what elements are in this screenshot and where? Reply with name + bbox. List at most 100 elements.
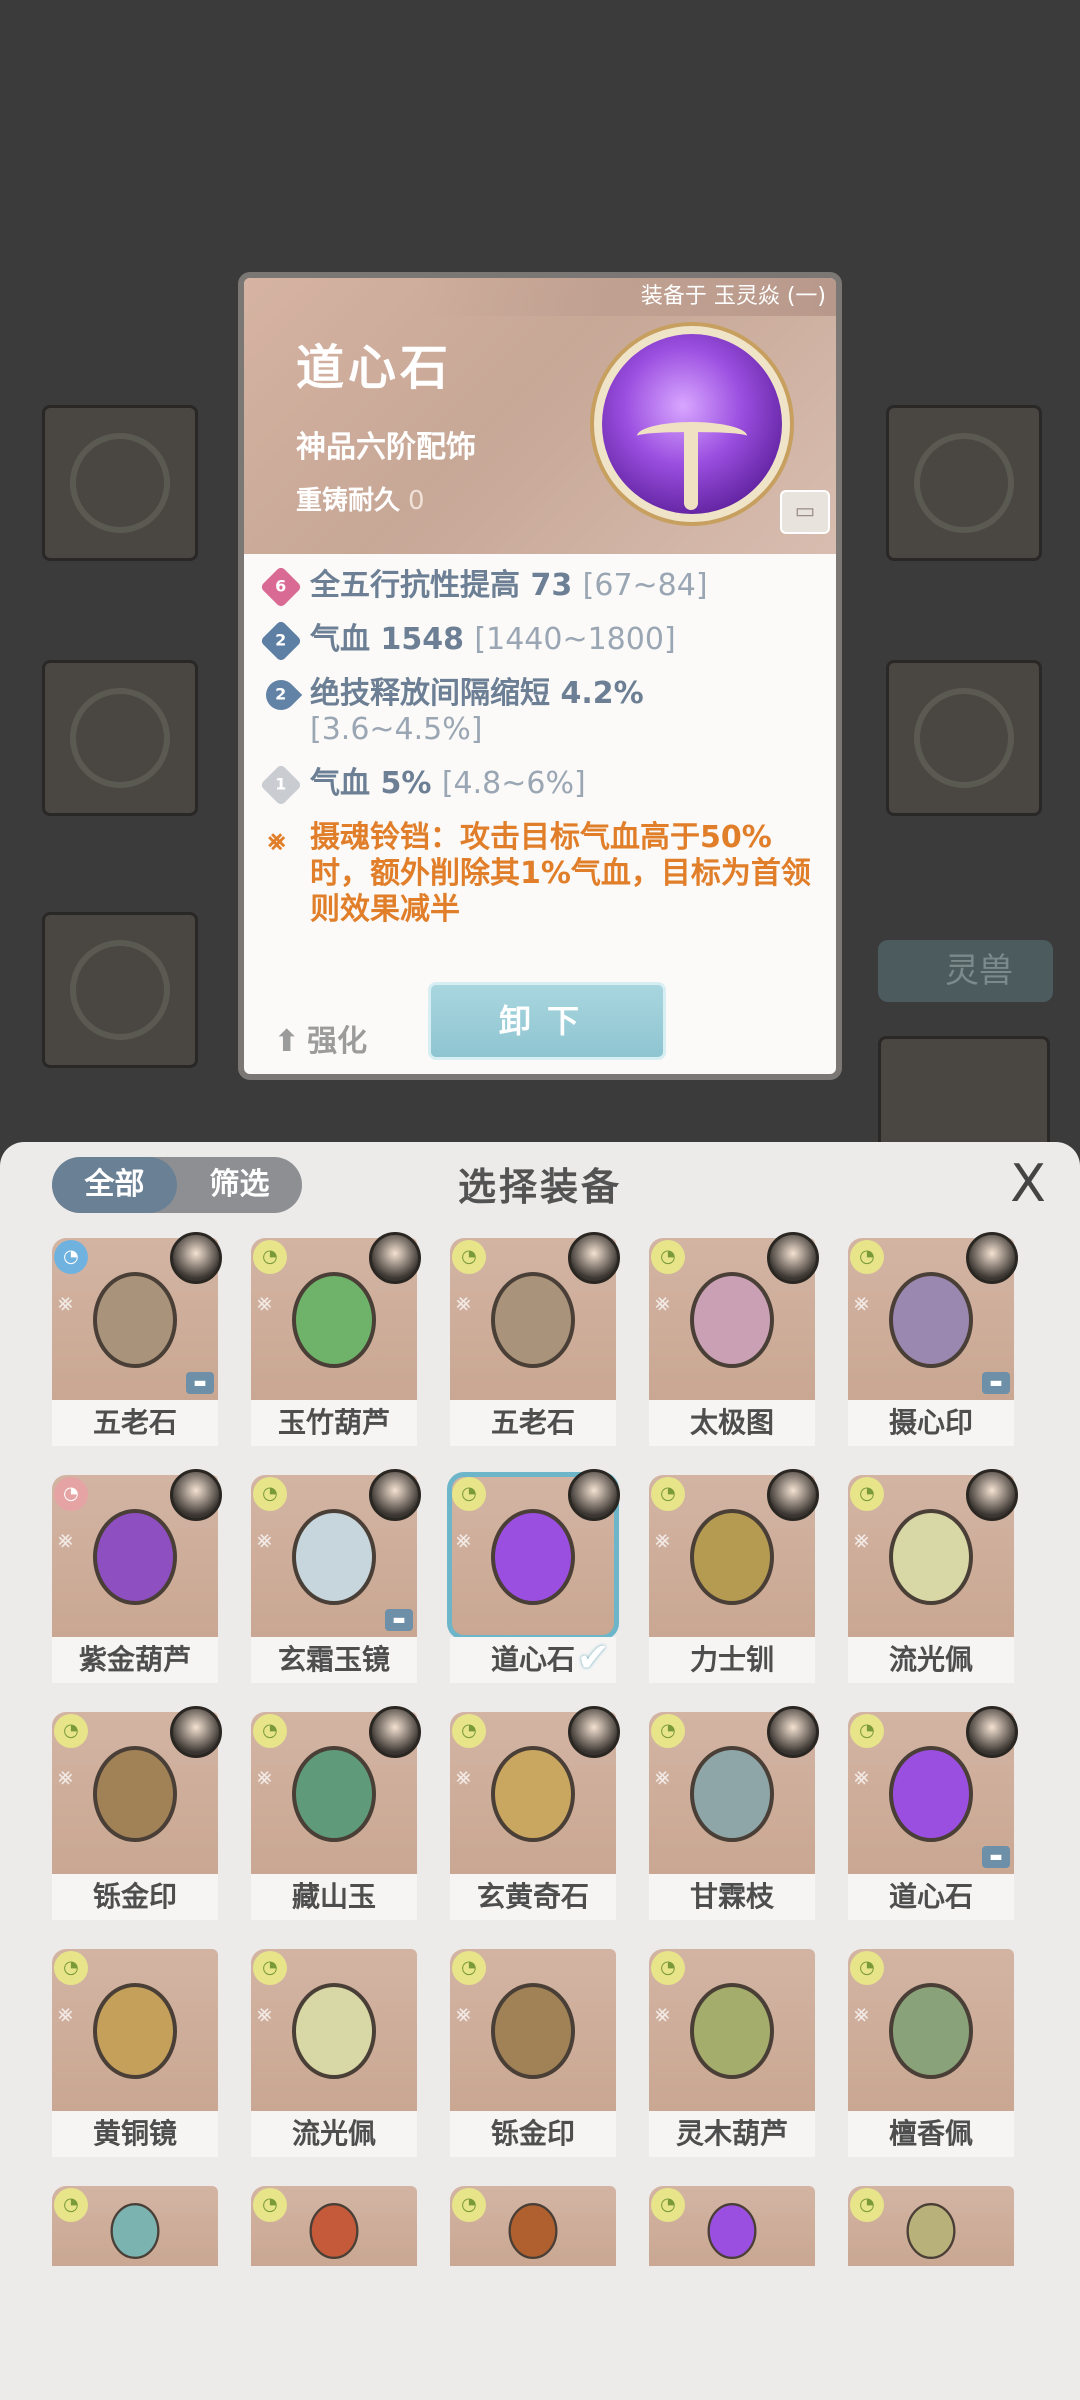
item-artwork-icon: [292, 1746, 376, 1842]
equipment-item[interactable]: ◔ ⨳ 流光佩: [848, 1469, 1018, 1683]
equipment-item[interactable]: ◔ ⨳ 玉竹葫芦: [251, 1232, 421, 1446]
equipment-item[interactable]: ◔: [52, 2186, 218, 2266]
equipment-item[interactable]: ◔ ⨳ ▬ 摄心印: [848, 1232, 1018, 1446]
equipped-character-avatar: [568, 1706, 620, 1758]
equipment-item[interactable]: ◔: [251, 2186, 417, 2266]
equipment-item[interactable]: ◔ ⨳ 紫金葫芦: [52, 1469, 222, 1683]
equipped-character-avatar: [170, 1706, 222, 1758]
rune-icon: ⨳: [58, 1288, 73, 1316]
element-badge-icon: ◔: [651, 1714, 685, 1748]
item-artwork-icon: [889, 1509, 973, 1605]
equipment-item[interactable]: ◔ ⨳ 铄金印: [450, 1949, 616, 2157]
equipped-character-avatar: [170, 1232, 222, 1284]
rune-icon: ⨳: [655, 1762, 670, 1790]
equipment-card: ◔ ⨳: [450, 1949, 616, 2111]
equipment-card: ◔ ⨳: [52, 1706, 222, 1874]
item-artwork-icon: [690, 1983, 774, 2079]
item-artwork-icon: [292, 1272, 376, 1368]
item-artwork-icon: [491, 1509, 575, 1605]
equipment-item[interactable]: ◔ ⨳ 黄铜镜: [52, 1949, 218, 2157]
lock-toggle-button[interactable]: ▭: [780, 490, 830, 534]
equipment-item[interactable]: ◔ ⨳ ▬ 玄霜玉镜: [251, 1469, 421, 1683]
equipment-item[interactable]: ◔ ⨳ 玄黄奇石: [450, 1706, 620, 1920]
equipment-name: 太极图: [649, 1400, 815, 1446]
equipment-name: 铄金印: [52, 1874, 218, 1920]
equipment-name: 流光佩: [251, 2111, 417, 2157]
equipment-card: ◔ ⨳: [447, 1469, 620, 1640]
item-grade: 神品六阶配饰: [296, 430, 476, 465]
equipment-name: 道心石: [848, 1874, 1014, 1920]
item-artwork-icon: [491, 1983, 575, 2079]
equipment-name: 藏山玉: [251, 1874, 417, 1920]
rune-icon: ⨳: [854, 1762, 869, 1790]
equipped-character-avatar: [369, 1706, 421, 1758]
element-badge-icon: ◔: [850, 2188, 884, 2222]
equipment-item[interactable]: ◔ ⨳ 铄金印: [52, 1706, 222, 1920]
equipment-card: ◔: [251, 2186, 417, 2266]
equipment-item[interactable]: ◔ ⨳ 灵木葫芦: [649, 1949, 815, 2157]
equipment-item[interactable]: ◔ ⨳ 檀香佩: [848, 1949, 1014, 2157]
unequip-button[interactable]: 卸下: [428, 982, 666, 1060]
enhance-label: 强化: [307, 1024, 368, 1059]
equipment-card: ◔ ⨳: [251, 1706, 421, 1874]
equipment-card: ◔ ⨳: [52, 1469, 222, 1637]
element-badge-icon: ◔: [452, 1240, 486, 1274]
equipment-item[interactable]: ◔ ⨳ ▬ 道心石: [848, 1706, 1018, 1920]
element-badge-icon: ◔: [850, 1477, 884, 1511]
rune-icon: ⨳: [257, 1762, 272, 1790]
equipment-card: ◔ ⨳ ▬: [848, 1232, 1018, 1400]
equipment-item[interactable]: ◔ ⨳ 藏山玉: [251, 1706, 421, 1920]
equipment-name: 玄黄奇石: [450, 1874, 616, 1920]
element-badge-icon: ◔: [253, 2188, 287, 2222]
equipment-card: ◔ ⨳: [251, 1949, 417, 2111]
equipment-item[interactable]: ◔ ⨳ 五老石: [450, 1232, 620, 1446]
enhance-button[interactable]: ⬆ 强化: [274, 1016, 367, 1060]
equipment-card: ◔ ⨳: [649, 1706, 819, 1874]
item-artwork-icon: [690, 1509, 774, 1605]
equipment-card: ◔: [649, 2186, 815, 2266]
rune-icon: ⨳: [58, 1999, 73, 2027]
equipment-item[interactable]: ◔: [848, 2186, 1014, 2266]
stat-range: [3.6~4.5%]: [310, 712, 483, 747]
equipped-character-avatar: [966, 1706, 1018, 1758]
item-artwork-icon: [889, 1983, 973, 2079]
item-artwork-icon: [292, 1983, 376, 2079]
item-artwork-icon: [93, 1746, 177, 1842]
stat-row: 2 气血 1548 [1440~1800]: [259, 619, 826, 663]
item-name: 道心石: [296, 340, 453, 396]
bg-item-icon: [70, 433, 170, 533]
element-badge-icon: ◔: [651, 2188, 685, 2222]
popup-header: 装备于 玉灵焱 (一) 道心石 神品六阶配饰 重铸耐久 0 ▭: [244, 278, 836, 554]
equipment-item[interactable]: ◔ ⨳ 流光佩: [251, 1949, 417, 2157]
stat-range: [1440~1800]: [474, 622, 676, 657]
equipment-name: 灵木葫芦: [649, 2111, 815, 2157]
equipment-card: ◔ ⨳: [52, 1949, 218, 2111]
equipment-card: ◔: [52, 2186, 218, 2266]
stat-tier-icon: 2: [259, 619, 303, 663]
equipment-detail-popup: 装备于 玉灵焱 (一) 道心石 神品六阶配饰 重铸耐久 0 ▭ 6 全五行抗性提高…: [238, 272, 842, 1080]
equipment-name: 五老石: [52, 1400, 218, 1446]
element-badge-icon: ◔: [54, 1714, 88, 1748]
stat-tier-icon: 1: [259, 763, 303, 807]
special-effect: ⨳ 摄魂铃铛：攻击目标气血高于50%时，额外削除其1%气血，目标为首领则效果减半: [266, 820, 826, 928]
equipment-item[interactable]: ◔: [450, 2186, 616, 2266]
equipment-card: ◔: [450, 2186, 616, 2266]
bg-equip-slot: [42, 660, 198, 816]
rune-icon: ⨳: [655, 1525, 670, 1553]
equipment-item[interactable]: ◔ ⨳ ▬ 五老石: [52, 1232, 222, 1446]
equipment-item[interactable]: ◔ ⨳ 太极图: [649, 1232, 819, 1446]
item-artwork-icon: [93, 1509, 177, 1605]
close-icon[interactable]: X: [1000, 1156, 1056, 1212]
special-effect-text: 摄魂铃铛：攻击目标气血高于50%时，额外削除其1%气血，目标为首领则效果减半: [310, 820, 811, 927]
equipment-card: ◔: [848, 2186, 1014, 2266]
equipment-item[interactable]: ◔: [649, 2186, 815, 2266]
rune-icon: ⨳: [854, 1525, 869, 1553]
rune-icon: ⨳: [58, 1525, 73, 1553]
element-badge-icon: ◔: [54, 1951, 88, 1985]
equipment-name: 铄金印: [450, 2111, 616, 2157]
equipment-item[interactable]: ◔ ⨳ 力士钏: [649, 1469, 819, 1683]
element-badge-icon: ◔: [54, 2188, 88, 2222]
durability-label: 重铸耐久: [296, 486, 401, 516]
equipment-item[interactable]: ◔ ⨳ 道心石 ✔: [447, 1469, 620, 1683]
equipment-item[interactable]: ◔ ⨳ 甘霖枝: [649, 1706, 819, 1920]
